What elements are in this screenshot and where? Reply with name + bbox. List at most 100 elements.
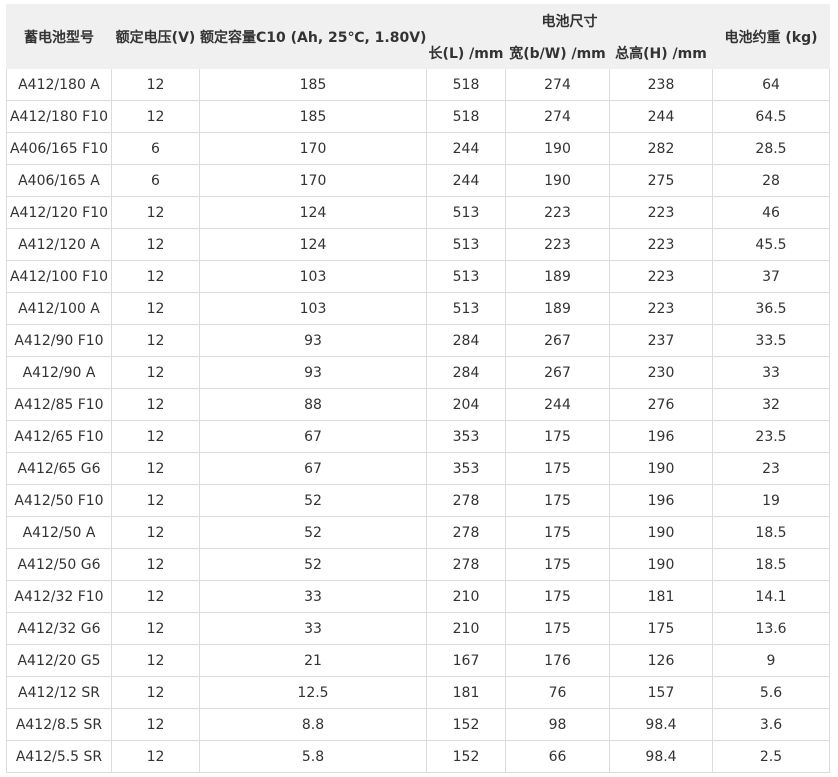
table-row: A412/100 A 12 103 513 189 223 36.5 — [6, 292, 830, 325]
cell-length: 513 — [426, 228, 506, 261]
cell-capacity: 124 — [199, 228, 427, 261]
cell-width: 176 — [505, 644, 610, 677]
cell-height: 238 — [609, 68, 713, 101]
cell-width: 223 — [505, 228, 610, 261]
cell-capacity: 8.8 — [199, 708, 427, 741]
cell-length: 284 — [426, 356, 506, 389]
cell-weight: 32 — [712, 388, 830, 421]
cell-height: 223 — [609, 292, 713, 325]
cell-weight: 18.5 — [712, 516, 830, 549]
cell-voltage: 12 — [111, 420, 200, 453]
cell-weight: 33 — [712, 356, 830, 389]
cell-height: 230 — [609, 356, 713, 389]
cell-width: 175 — [505, 420, 610, 453]
cell-voltage: 12 — [111, 292, 200, 325]
cell-width: 175 — [505, 452, 610, 485]
cell-weight: 28.5 — [712, 132, 830, 165]
cell-capacity: 185 — [199, 68, 427, 101]
cell-voltage: 12 — [111, 676, 200, 709]
cell-weight: 14.1 — [712, 580, 830, 613]
cell-width: 267 — [505, 324, 610, 357]
cell-width: 76 — [505, 676, 610, 709]
cell-length: 181 — [426, 676, 506, 709]
table-row: A412/5.5 SR 12 5.8 152 66 98.4 2.5 — [6, 740, 830, 773]
table-row: A412/20 G5 12 21 167 176 126 9 — [6, 644, 830, 677]
cell-voltage: 6 — [111, 164, 200, 197]
cell-model: A412/100 A — [6, 292, 112, 325]
cell-height: 98.4 — [609, 740, 713, 773]
cell-width: 244 — [505, 388, 610, 421]
cell-weight: 64.5 — [712, 100, 830, 133]
cell-capacity: 88 — [199, 388, 427, 421]
cell-model: A412/12 SR — [6, 676, 112, 709]
cell-weight: 5.6 — [712, 676, 830, 709]
cell-height: 244 — [609, 100, 713, 133]
cell-capacity: 33 — [199, 612, 427, 645]
cell-height: 196 — [609, 420, 713, 453]
cell-width: 175 — [505, 548, 610, 581]
table-row: A412/180 A 12 185 518 274 238 64 — [6, 68, 830, 101]
table-row: A412/8.5 SR 12 8.8 152 98 98.4 3.6 — [6, 708, 830, 741]
cell-model: A412/100 F10 — [6, 260, 112, 293]
cell-voltage: 12 — [111, 452, 200, 485]
table-row: A412/90 A 12 93 284 267 230 33 — [6, 356, 830, 389]
cell-capacity: 93 — [199, 324, 427, 357]
table-row: A406/165 A 6 170 244 190 275 28 — [6, 164, 830, 197]
cell-model: A412/5.5 SR — [6, 740, 112, 773]
table-row: A412/50 G6 12 52 278 175 190 18.5 — [6, 548, 830, 581]
header-row: 蓄电池型号 额定电压(V) 额定容量C10 (Ah, 25℃, 1.80V) 电… — [6, 4, 830, 69]
cell-height: 126 — [609, 644, 713, 677]
cell-height: 181 — [609, 580, 713, 613]
cell-length: 513 — [426, 196, 506, 229]
cell-weight: 23.5 — [712, 420, 830, 453]
cell-height: 190 — [609, 548, 713, 581]
cell-weight: 23 — [712, 452, 830, 485]
table-row: A412/65 G6 12 67 353 175 190 23 — [6, 452, 830, 485]
table-row: A412/32 F10 12 33 210 175 181 14.1 — [6, 580, 830, 613]
cell-voltage: 12 — [111, 324, 200, 357]
cell-height: 275 — [609, 164, 713, 197]
cell-voltage: 12 — [111, 100, 200, 133]
cell-capacity: 103 — [199, 260, 427, 293]
cell-voltage: 12 — [111, 228, 200, 261]
cell-length: 353 — [426, 420, 506, 453]
table-row: A412/100 F10 12 103 513 189 223 37 — [6, 260, 830, 293]
cell-model: A412/32 F10 — [6, 580, 112, 613]
cell-width: 175 — [505, 516, 610, 549]
cell-model: A412/20 G5 — [6, 644, 112, 677]
cell-length: 167 — [426, 644, 506, 677]
cell-model: A412/180 A — [6, 68, 112, 101]
header-length: 长(L) /mm — [426, 36, 506, 69]
cell-height: 282 — [609, 132, 713, 165]
cell-width: 66 — [505, 740, 610, 773]
cell-weight: 33.5 — [712, 324, 830, 357]
cell-height: 223 — [609, 196, 713, 229]
cell-width: 223 — [505, 196, 610, 229]
cell-voltage: 12 — [111, 484, 200, 517]
cell-voltage: 12 — [111, 740, 200, 773]
cell-width: 175 — [505, 612, 610, 645]
cell-weight: 9 — [712, 644, 830, 677]
cell-weight: 13.6 — [712, 612, 830, 645]
table-row: A412/180 F10 12 185 518 274 244 64.5 — [6, 100, 830, 133]
cell-model: A412/65 F10 — [6, 420, 112, 453]
cell-length: 353 — [426, 452, 506, 485]
cell-height: 276 — [609, 388, 713, 421]
cell-voltage: 12 — [111, 708, 200, 741]
cell-length: 210 — [426, 580, 506, 613]
cell-weight: 36.5 — [712, 292, 830, 325]
cell-length: 513 — [426, 292, 506, 325]
cell-model: A406/165 F10 — [6, 132, 112, 165]
cell-length: 152 — [426, 740, 506, 773]
table-row: A412/90 F10 12 93 284 267 237 33.5 — [6, 324, 830, 357]
cell-model: A412/50 A — [6, 516, 112, 549]
cell-model: A412/85 F10 — [6, 388, 112, 421]
cell-voltage: 12 — [111, 612, 200, 645]
header-voltage: 额定电压(V) — [111, 4, 200, 69]
table-row: A412/32 G6 12 33 210 175 175 13.6 — [6, 612, 830, 645]
cell-length: 278 — [426, 548, 506, 581]
cell-capacity: 67 — [199, 452, 427, 485]
cell-weight: 3.6 — [712, 708, 830, 741]
cell-voltage: 12 — [111, 196, 200, 229]
header-model: 蓄电池型号 — [6, 4, 112, 69]
